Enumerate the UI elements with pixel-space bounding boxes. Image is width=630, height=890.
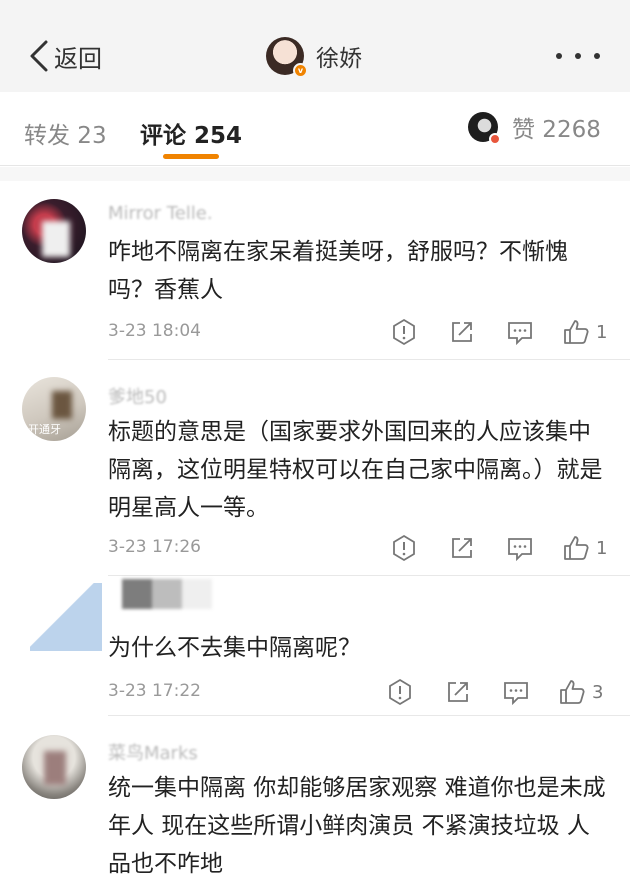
comment-text: 咋地不隔离在家呆着挺美呀，舒服吗？不惭愧吗？香蕉人 <box>108 239 568 303</box>
more-dots-icon <box>594 53 600 59</box>
comment-text: 为什么不去集中隔离呢？ <box>108 635 361 661</box>
more-dots-icon <box>556 53 562 59</box>
like-button[interactable]: 1 <box>562 531 607 565</box>
thumbs-up-icon <box>560 680 585 704</box>
tab-likes[interactable]: 赞 2268 <box>468 110 601 145</box>
more-dots-icon <box>575 53 581 59</box>
report-button[interactable] <box>390 315 418 349</box>
report-button[interactable] <box>386 675 414 709</box>
comment-time: 3-23 17:26 <box>108 537 201 557</box>
like-count: 1 <box>596 321 608 343</box>
report-icon <box>393 318 415 346</box>
tab-comment[interactable]: 评论 254 <box>140 116 242 150</box>
divider <box>108 575 630 576</box>
like-button[interactable]: 1 <box>562 315 607 349</box>
blurred-face <box>44 751 66 785</box>
avatar[interactable] <box>22 735 86 799</box>
report-button[interactable] <box>390 531 418 565</box>
comment-text: 统一集中隔离 你却能够居家观察 难道你也是未成年人 现在这些所谓小鲜肉演员 不紧… <box>108 775 606 877</box>
comment-username[interactable]: 菜鸟Marks <box>108 739 198 765</box>
comment-time: 3-23 18:04 <box>108 321 201 341</box>
like-button[interactable]: 3 <box>558 675 603 709</box>
back-button[interactable]: 返回 <box>28 36 102 76</box>
report-icon <box>389 678 411 706</box>
comment-item: Mirror Telle. 咋地不隔离在家呆着挺美呀，舒服吗？不惭愧吗？香蕉人 … <box>0 181 630 361</box>
share-icon <box>448 682 468 702</box>
comment-username[interactable]: Mirror Telle. <box>108 203 213 224</box>
avatar <box>468 112 501 145</box>
avatar[interactable] <box>30 583 102 651</box>
avatar-caption: 开通牙 <box>28 423 61 436</box>
comment-item: 为什么不去集中隔离呢？ 3-23 17:22 3 <box>0 577 630 717</box>
like-count: 1 <box>596 537 608 559</box>
redacted-username <box>122 579 212 609</box>
page-title: 徐娇 <box>316 46 362 72</box>
blurred-face <box>52 391 72 419</box>
comment-icon <box>508 538 532 562</box>
comment-icon <box>508 322 532 346</box>
comment-item: 菜鸟Marks 统一集中隔离 你却能够居家观察 难道你也是未成年人 现在这些所谓… <box>0 717 630 890</box>
comment-actions: 3 <box>386 675 612 709</box>
avatar[interactable]: v <box>266 37 308 78</box>
comment-actions: 1 <box>390 315 616 349</box>
section-separator <box>0 167 630 181</box>
back-label: 返回 <box>54 44 102 73</box>
profile-title[interactable]: v 徐娇 <box>266 36 362 78</box>
avatar[interactable]: 开通牙 <box>22 377 86 441</box>
avatar[interactable] <box>22 199 86 263</box>
comment-actions: 1 <box>390 531 616 565</box>
divider <box>108 715 630 716</box>
share-icon <box>452 538 472 558</box>
like-count: 3 <box>592 681 604 703</box>
active-tab-indicator <box>163 154 219 159</box>
share-button[interactable] <box>448 531 476 565</box>
comment-time: 3-23 17:22 <box>108 681 201 701</box>
comment-item: 开通牙 爹地50 标题的意思是（国家要求外国回来的人应该集中隔离，这位明星特权可… <box>0 361 630 577</box>
chevron-left-icon <box>30 40 48 72</box>
divider <box>108 359 630 360</box>
share-button[interactable] <box>444 675 472 709</box>
thumbs-up-icon <box>564 536 589 560</box>
likes-label: 赞 2268 <box>512 117 601 143</box>
verified-badge-icon: v <box>293 63 308 78</box>
share-button[interactable] <box>448 315 476 349</box>
navigation-bar: 返回 v 徐娇 <box>0 0 630 92</box>
share-icon <box>452 322 472 342</box>
reply-button[interactable] <box>506 531 534 565</box>
comment-icon <box>504 682 528 706</box>
tab-repost[interactable]: 转发 23 <box>24 116 107 150</box>
report-icon <box>393 534 415 562</box>
thumbs-up-icon <box>564 320 589 344</box>
comment-text: 标题的意思是（国家要求外国回来的人应该集中隔离，这位明星特权可以在自己家中隔离。… <box>108 419 603 521</box>
reply-button[interactable] <box>502 675 530 709</box>
comment-username[interactable]: 爹地50 <box>108 383 167 409</box>
blurred-face <box>42 221 70 257</box>
tab-bar: 转发 23 评论 254 赞 2268 <box>0 92 630 166</box>
reply-button[interactable] <box>506 315 534 349</box>
more-button[interactable] <box>556 48 600 64</box>
badge-icon <box>489 133 501 145</box>
